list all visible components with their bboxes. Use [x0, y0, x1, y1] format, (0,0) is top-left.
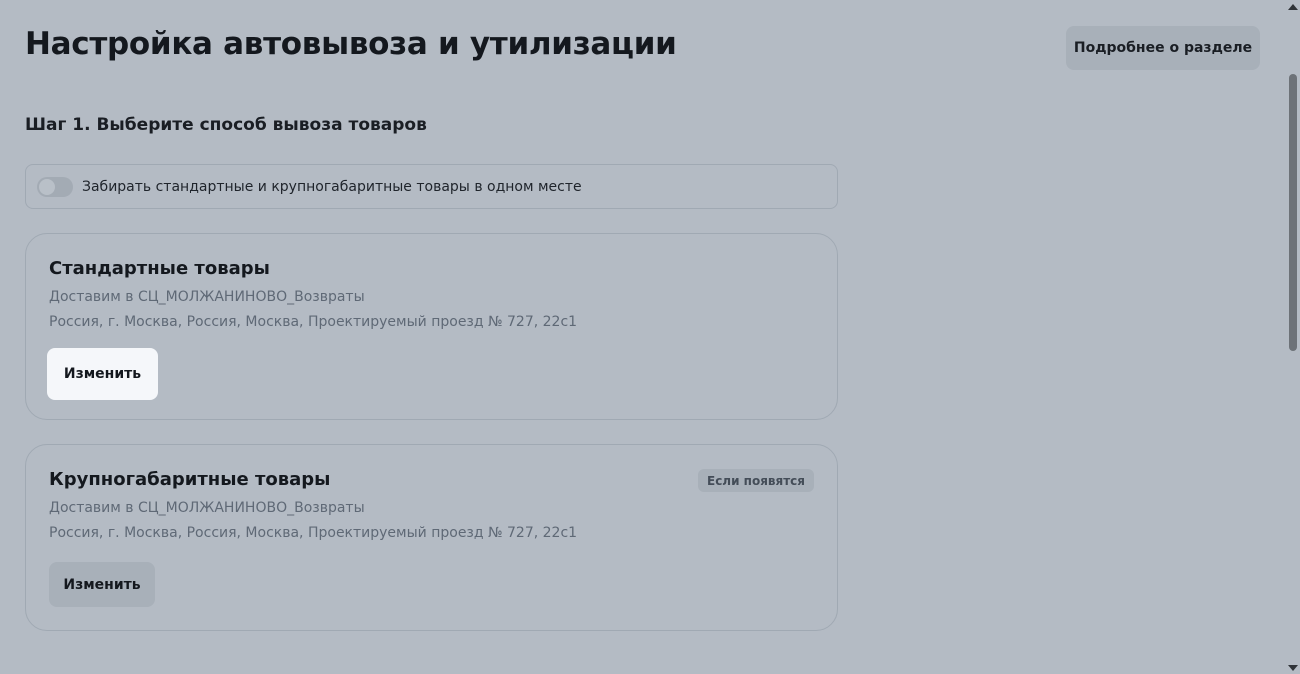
- vertical-scrollbar[interactable]: [1286, 0, 1300, 674]
- toggle-knob: [39, 178, 55, 195]
- edit-standard-button[interactable]: Изменить: [47, 348, 158, 400]
- same-place-toggle[interactable]: [37, 176, 73, 197]
- scrollbar-thumb[interactable]: [1289, 74, 1297, 351]
- card-title: Крупногабаритные товары: [49, 469, 331, 490]
- card-address: Россия, г. Москва, Россия, Москва, Проек…: [49, 525, 578, 541]
- same-place-toggle-row[interactable]: Забирать стандартные и крупногабаритные …: [25, 164, 838, 209]
- card-address: Россия, г. Москва, Россия, Москва, Проек…: [49, 314, 578, 330]
- card-title: Стандартные товары: [49, 258, 270, 279]
- scroll-down-arrow-icon[interactable]: [1288, 665, 1298, 671]
- scroll-up-arrow-icon[interactable]: [1288, 4, 1298, 10]
- page: Настройка автовывоза и утилизации Подроб…: [0, 0, 1300, 674]
- step-title: Шаг 1. Выберите способ вывоза товаров: [25, 115, 427, 135]
- page-title: Настройка автовывоза и утилизации: [25, 26, 677, 62]
- bulky-goods-card: Крупногабаритные товары Если появятся До…: [25, 444, 838, 631]
- card-delivery-point: Доставим в СЦ_МОЛЖАНИНОВО_Возвраты: [49, 500, 365, 516]
- edit-bulky-button[interactable]: Изменить: [49, 562, 155, 607]
- status-badge: Если появятся: [698, 469, 814, 492]
- toggle-label: Забирать стандартные и крупногабаритные …: [82, 178, 582, 195]
- more-about-section-button[interactable]: Подробнее о разделе: [1066, 26, 1260, 70]
- standard-goods-card: Стандартные товары Доставим в СЦ_МОЛЖАНИ…: [25, 233, 838, 420]
- card-delivery-point: Доставим в СЦ_МОЛЖАНИНОВО_Возвраты: [49, 289, 365, 305]
